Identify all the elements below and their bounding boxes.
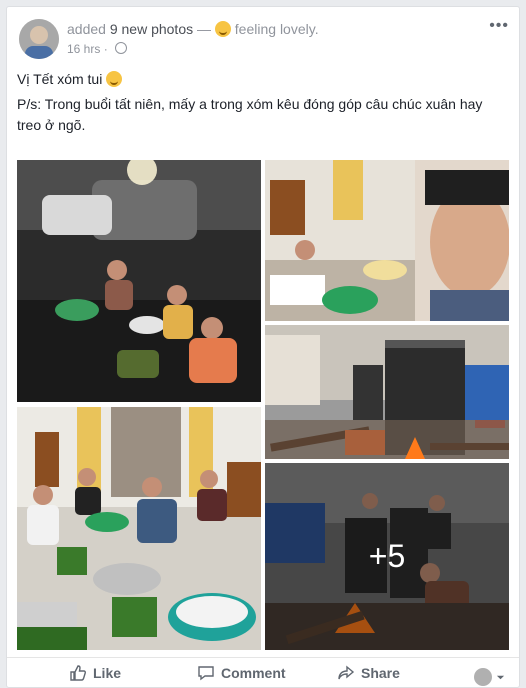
post-meta: 16 hrs · xyxy=(67,42,128,56)
smile-emoji-icon xyxy=(106,71,123,87)
action-text: added xyxy=(67,21,106,37)
chevron-down-icon xyxy=(496,675,505,679)
post-text-line2: P/s: Trong buổi tất niên, mấy a trong xó… xyxy=(17,96,483,133)
photo-count-link[interactable]: 9 new photos xyxy=(110,21,193,37)
more-photos-count: +5 xyxy=(368,538,406,574)
photo-4[interactable] xyxy=(17,407,261,650)
like-button[interactable]: Like xyxy=(69,664,121,682)
post-text-1: Vị Tết xóm tui xyxy=(17,71,103,87)
action-bar: Like Comment Share xyxy=(7,657,519,688)
post-text-line1: Vị Tết xóm tui xyxy=(17,69,507,90)
post-card: added 9 new photos — feeling lovely. 16 … xyxy=(6,6,520,688)
feeling-text: feeling lovely. xyxy=(234,21,319,37)
photo-2[interactable] xyxy=(265,160,509,321)
viewer-avatar-dropdown[interactable] xyxy=(474,668,505,686)
post-header: added 9 new photos — feeling lovely. xyxy=(67,21,319,37)
photo-3[interactable] xyxy=(265,325,509,459)
more-photos-overlay[interactable]: +5 xyxy=(265,463,509,650)
comment-label: Comment xyxy=(221,665,286,681)
photo-grid: +5 xyxy=(17,160,509,650)
like-label: Like xyxy=(93,665,122,681)
photo-5[interactable]: +5 xyxy=(265,463,509,650)
share-arrow-icon xyxy=(338,665,355,680)
thumbs-up-icon xyxy=(70,665,86,681)
share-button[interactable]: Share xyxy=(337,664,400,682)
more-options-button[interactable]: ••• xyxy=(489,17,509,35)
globe-icon[interactable] xyxy=(115,42,128,54)
viewer-avatar-icon xyxy=(474,668,492,686)
photo-1[interactable] xyxy=(17,160,261,402)
speech-bubble-icon xyxy=(198,666,214,681)
comment-button[interactable]: Comment xyxy=(197,664,286,682)
poster-avatar[interactable] xyxy=(19,19,59,59)
smile-emoji-icon xyxy=(214,21,231,37)
timestamp[interactable]: 16 hrs xyxy=(67,42,100,56)
share-label: Share xyxy=(361,665,400,681)
separator: — xyxy=(197,21,212,37)
